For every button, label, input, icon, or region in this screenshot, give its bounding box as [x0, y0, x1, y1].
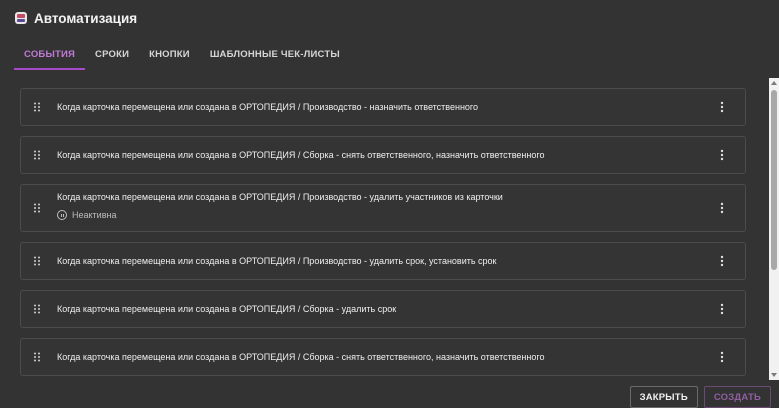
rule-card[interactable]: Когда карточка перемещена или создана в …	[20, 290, 746, 328]
dialog-title: Автоматизация	[34, 10, 138, 26]
dialog-header: Автоматизация	[14, 8, 137, 28]
rule-card[interactable]: Когда карточка перемещена или создана в …	[20, 184, 746, 232]
more-vert-icon[interactable]	[719, 351, 725, 363]
rule-card[interactable]: Когда карточка перемещена или создана в …	[20, 338, 746, 376]
pause-icon	[57, 210, 67, 220]
drag-handle-icon[interactable]	[33, 102, 41, 112]
rule-text: Когда карточка перемещена или создана в …	[57, 102, 479, 112]
scroll-up-icon[interactable]	[771, 81, 777, 85]
status-label: Неактивна	[72, 210, 117, 220]
vertical-scrollbar[interactable]	[769, 78, 779, 380]
rule-status: Неактивна	[57, 210, 116, 220]
tab-bar: СОБЫТИЯ СРОКИ КНОПКИ ШАБЛОННЫЕ ЧЕК-ЛИСТЫ	[14, 38, 350, 70]
drag-handle-icon[interactable]	[33, 304, 41, 314]
more-vert-icon[interactable]	[719, 202, 725, 214]
more-vert-icon[interactable]	[719, 255, 725, 267]
drag-handle-icon[interactable]	[33, 256, 41, 266]
scroll-down-icon[interactable]	[771, 373, 777, 377]
automation-icon	[15, 12, 27, 24]
close-button[interactable]: ЗАКРЫТЬ	[629, 386, 698, 408]
tab-deadlines[interactable]: СРОКИ	[85, 38, 139, 70]
create-button[interactable]: СОЗДАТЬ	[703, 386, 771, 408]
rule-text: Когда карточка перемещена или создана в …	[57, 192, 503, 202]
tab-buttons[interactable]: КНОПКИ	[139, 38, 200, 70]
drag-handle-icon[interactable]	[33, 352, 41, 362]
rule-card[interactable]: Когда карточка перемещена или создана в …	[20, 136, 746, 174]
rule-card[interactable]: Когда карточка перемещена или создана в …	[20, 88, 746, 126]
drag-handle-icon[interactable]	[33, 150, 41, 160]
tab-events[interactable]: СОБЫТИЯ	[14, 38, 86, 70]
rule-text: Когда карточка перемещена или создана в …	[57, 150, 545, 160]
drag-handle-icon[interactable]	[33, 203, 41, 213]
more-vert-icon[interactable]	[719, 101, 725, 113]
rule-card[interactable]: Когда карточка перемещена или создана в …	[20, 242, 746, 280]
rule-text: Когда карточка перемещена или создана в …	[57, 256, 497, 266]
more-vert-icon[interactable]	[719, 303, 725, 315]
more-vert-icon[interactable]	[719, 149, 725, 161]
dialog-footer: ЗАКРЫТЬ СОЗДАТЬ	[629, 386, 771, 408]
rule-text: Когда карточка перемещена или создана в …	[57, 304, 397, 314]
rules-list: Когда карточка перемещена или создана в …	[20, 86, 746, 376]
rule-text: Когда карточка перемещена или создана в …	[57, 352, 545, 362]
scrollbar-thumb[interactable]	[771, 90, 777, 270]
tab-checklist-templates[interactable]: ШАБЛОННЫЕ ЧЕК-ЛИСТЫ	[200, 38, 350, 70]
